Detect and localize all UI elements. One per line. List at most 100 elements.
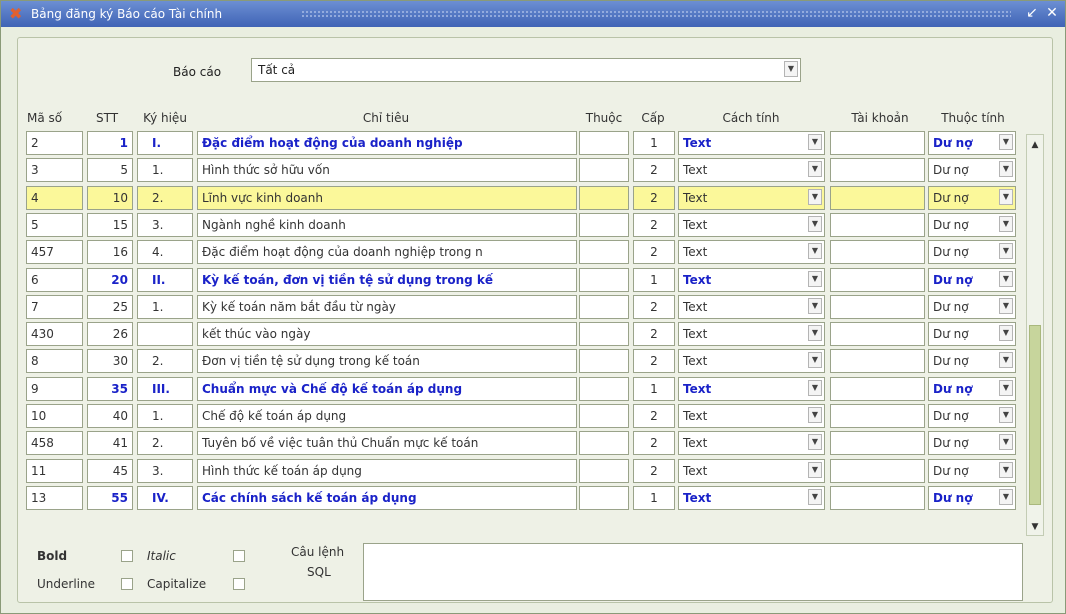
close-icon[interactable]: ✕ <box>1043 4 1061 22</box>
cell-tai-khoan[interactable] <box>830 131 925 155</box>
chevron-down-icon[interactable]: ▼ <box>999 434 1013 451</box>
cell-thuoc[interactable] <box>579 485 629 510</box>
capitalize-checkbox[interactable] <box>233 578 245 590</box>
chevron-down-icon[interactable]: ▼ <box>808 352 822 369</box>
cell-thuoc[interactable] <box>579 294 629 319</box>
cell-chi-tieu[interactable]: Kỳ kế toán năm bắt đầu từ ngày <box>197 294 577 319</box>
cell-cap[interactable]: 2 <box>633 294 675 319</box>
cell-tai-khoan[interactable] <box>830 294 925 319</box>
cell-chi-tieu[interactable]: Đơn vị tiền tệ sử dụng trong kế toán <box>197 349 577 374</box>
cell-chi-tieu[interactable]: Tuyên bố về việc tuân thủ Chuẩn mực kế t… <box>197 431 577 456</box>
cell-thuoc[interactable] <box>579 458 629 483</box>
table-row[interactable]: 457 16 4. Đặc điểm hoạt động của doanh nghi… <box>26 240 1026 267</box>
chevron-down-icon[interactable]: ▼ <box>999 488 1013 505</box>
cell-stt[interactable]: 40 <box>87 404 133 428</box>
cell-thuoc[interactable] <box>579 404 629 428</box>
cell-thuoc-tinh[interactable]: Dư nợ ▼ <box>928 158 1016 183</box>
cell-ma-so[interactable]: 6 <box>26 267 83 292</box>
cell-ma-so[interactable]: 2 <box>26 131 83 155</box>
cell-thuoc[interactable] <box>579 376 629 401</box>
cell-cach-tinh[interactable]: Text ▼ <box>678 267 825 292</box>
cell-thuoc-tinh[interactable]: Dư nợ ▼ <box>928 431 1016 456</box>
cell-tai-khoan[interactable] <box>830 267 925 292</box>
cell-stt[interactable]: 16 <box>87 240 133 265</box>
italic-checkbox[interactable] <box>233 550 245 562</box>
arrow-up-icon[interactable]: ▲ <box>1029 139 1041 151</box>
chevron-down-icon[interactable]: ▼ <box>808 243 822 260</box>
cell-ma-so[interactable]: 4 <box>26 185 83 210</box>
chevron-down-icon[interactable]: ▼ <box>999 325 1013 342</box>
cell-tai-khoan[interactable] <box>830 349 925 374</box>
chevron-down-icon[interactable]: ▼ <box>808 297 822 314</box>
cell-chi-tieu[interactable]: Hình thức kế toán áp dụng <box>197 458 577 483</box>
cell-thuoc-tinh[interactable]: Dư nợ ▼ <box>928 185 1016 210</box>
cell-ky-hieu[interactable]: 1. <box>137 294 193 319</box>
chevron-down-icon[interactable]: ▼ <box>808 270 822 287</box>
cell-cap[interactable]: 2 <box>633 185 675 210</box>
cell-ma-so[interactable]: 10 <box>26 404 83 428</box>
chevron-down-icon[interactable]: ▼ <box>999 270 1013 287</box>
cell-cap[interactable]: 2 <box>633 349 675 374</box>
cell-tai-khoan[interactable] <box>830 458 925 483</box>
cell-chi-tieu[interactable]: Kỳ kế toán, đơn vị tiền tệ sử dụng trong… <box>197 267 577 292</box>
cell-chi-tieu[interactable]: Các chính sách kế toán áp dụng <box>197 485 577 510</box>
cell-tai-khoan[interactable] <box>830 240 925 265</box>
cell-cach-tinh[interactable]: Text ▼ <box>678 158 825 183</box>
cell-ky-hieu[interactable]: 2. <box>137 349 193 374</box>
cell-cach-tinh[interactable]: Text ▼ <box>678 322 825 347</box>
chevron-down-icon[interactable]: ▼ <box>808 325 822 342</box>
cell-ky-hieu[interactable]: 1. <box>137 404 193 428</box>
table-row[interactable]: 2 1 I. Đặc điểm hoạt động của doanh nghiệp 1… <box>26 131 1026 158</box>
cell-cap[interactable]: 1 <box>633 376 675 401</box>
cell-ma-so[interactable]: 3 <box>26 158 83 183</box>
cell-cap[interactable]: 2 <box>633 458 675 483</box>
chevron-down-icon[interactable]: ▼ <box>999 215 1013 232</box>
cell-chi-tieu[interactable]: Đặc điểm hoạt động của doanh nghiệp <box>197 131 577 155</box>
table-row[interactable]: 458 41 2. Tuyên bố về việc tuân thủ Chuẩn m… <box>26 431 1026 458</box>
cell-tai-khoan[interactable] <box>830 431 925 456</box>
table-row[interactable]: 10 40 1. Chế độ kế toán áp dụng 2 Text ▼ Dư nợ ▼ <box>26 404 1026 431</box>
cell-cap[interactable]: 1 <box>633 131 675 155</box>
underline-checkbox[interactable] <box>121 578 133 590</box>
cell-cach-tinh[interactable]: Text ▼ <box>678 294 825 319</box>
cell-stt[interactable]: 1 <box>87 131 133 155</box>
cell-cach-tinh[interactable]: Text ▼ <box>678 349 825 374</box>
cell-ma-so[interactable]: 8 <box>26 349 83 374</box>
cell-thuoc[interactable] <box>579 131 629 155</box>
report-filter-select[interactable]: Tất cả ▼ <box>251 58 801 82</box>
cell-thuoc[interactable] <box>579 431 629 456</box>
table-row[interactable]: 13 55 IV. Các chính sách kế toán áp dụng 1 Te… <box>26 485 1026 513</box>
chevron-down-icon[interactable]: ▼ <box>999 188 1013 205</box>
cell-stt[interactable]: 41 <box>87 431 133 456</box>
cell-cach-tinh[interactable]: Text ▼ <box>678 431 825 456</box>
cell-tai-khoan[interactable] <box>830 485 925 510</box>
table-row[interactable]: 11 45 3. Hình thức kế toán áp dụng 2 Text ▼ Dư … <box>26 458 1026 486</box>
cell-ma-so[interactable]: 5 <box>26 212 83 237</box>
cell-cap[interactable]: 2 <box>633 404 675 428</box>
table-row[interactable]: 430 26 kết thúc vào ngày 2 Text ▼ Dư nợ ▼ <box>26 322 1026 349</box>
cell-chi-tieu[interactable]: kết thúc vào ngày <box>197 322 577 347</box>
cell-thuoc-tinh[interactable]: Dư nợ ▼ <box>928 131 1016 155</box>
cell-ma-so[interactable]: 458 <box>26 431 83 456</box>
cell-ky-hieu[interactable]: 3. <box>137 212 193 237</box>
chevron-down-icon[interactable]: ▼ <box>808 379 822 396</box>
scrollbar-thumb[interactable] <box>1029 325 1041 505</box>
cell-ky-hieu[interactable]: 2. <box>137 431 193 456</box>
chevron-down-icon[interactable]: ▼ <box>999 297 1013 314</box>
arrow-down-icon[interactable]: ▼ <box>1029 521 1041 533</box>
table-row[interactable]: 4 10 2. Lĩnh vực kinh doanh 2 Text ▼ Dư nợ ▼ <box>26 185 1026 213</box>
chevron-down-icon[interactable]: ▼ <box>999 379 1013 396</box>
cell-tai-khoan[interactable] <box>830 376 925 401</box>
chevron-down-icon[interactable]: ▼ <box>808 434 822 451</box>
cell-thuoc-tinh[interactable]: Dư nợ ▼ <box>928 349 1016 374</box>
table-row[interactable]: 3 5 1. Hình thức sở hữu vốn 2 Text ▼ Dư nợ ▼ <box>26 158 1026 185</box>
chevron-down-icon[interactable]: ▼ <box>808 215 822 232</box>
cell-thuoc[interactable] <box>579 212 629 237</box>
chevron-down-icon[interactable]: ▼ <box>808 488 822 505</box>
chevron-down-icon[interactable]: ▼ <box>808 407 822 423</box>
cell-thuoc-tinh[interactable]: Dư nợ ▼ <box>928 294 1016 319</box>
grid-scrollbar[interactable]: ▲ ▼ <box>1026 134 1044 536</box>
cell-cach-tinh[interactable]: Text ▼ <box>678 185 825 210</box>
cell-thuoc[interactable] <box>579 349 629 374</box>
title-bar[interactable]: ✖ Bảng đăng ký Báo cáo Tài chính ↙ ✕ <box>1 1 1065 27</box>
